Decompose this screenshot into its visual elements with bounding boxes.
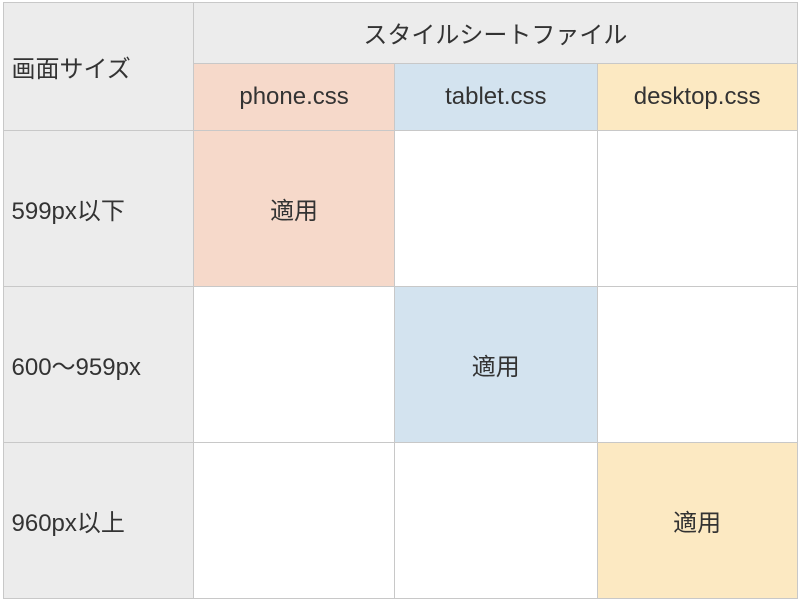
column-header-desktop: desktop.css <box>597 63 797 130</box>
row-label: 599px以下 <box>3 130 194 286</box>
cell-applied: 適用 <box>597 442 797 598</box>
group-header-stylesheet-files: スタイルシートファイル <box>194 2 797 63</box>
table-row: 600～959px 適用 <box>3 286 797 442</box>
table-row: 599px以下 適用 <box>3 130 797 286</box>
cell-empty <box>597 286 797 442</box>
cell-empty <box>394 130 597 286</box>
row-label: 600～959px <box>3 286 194 442</box>
row-label: 960px以上 <box>3 442 194 598</box>
column-header-tablet: tablet.css <box>394 63 597 130</box>
column-header-phone: phone.css <box>194 63 395 130</box>
cell-empty <box>194 442 395 598</box>
table-row: 960px以上 適用 <box>3 442 797 598</box>
cell-empty <box>194 286 395 442</box>
cell-empty <box>597 130 797 286</box>
stylesheet-breakpoint-table: 画面サイズ スタイルシートファイル phone.css tablet.css d… <box>3 2 798 599</box>
cell-applied: 適用 <box>394 286 597 442</box>
cell-empty <box>394 442 597 598</box>
cell-applied: 適用 <box>194 130 395 286</box>
row-header-screen-size: 画面サイズ <box>3 2 194 130</box>
